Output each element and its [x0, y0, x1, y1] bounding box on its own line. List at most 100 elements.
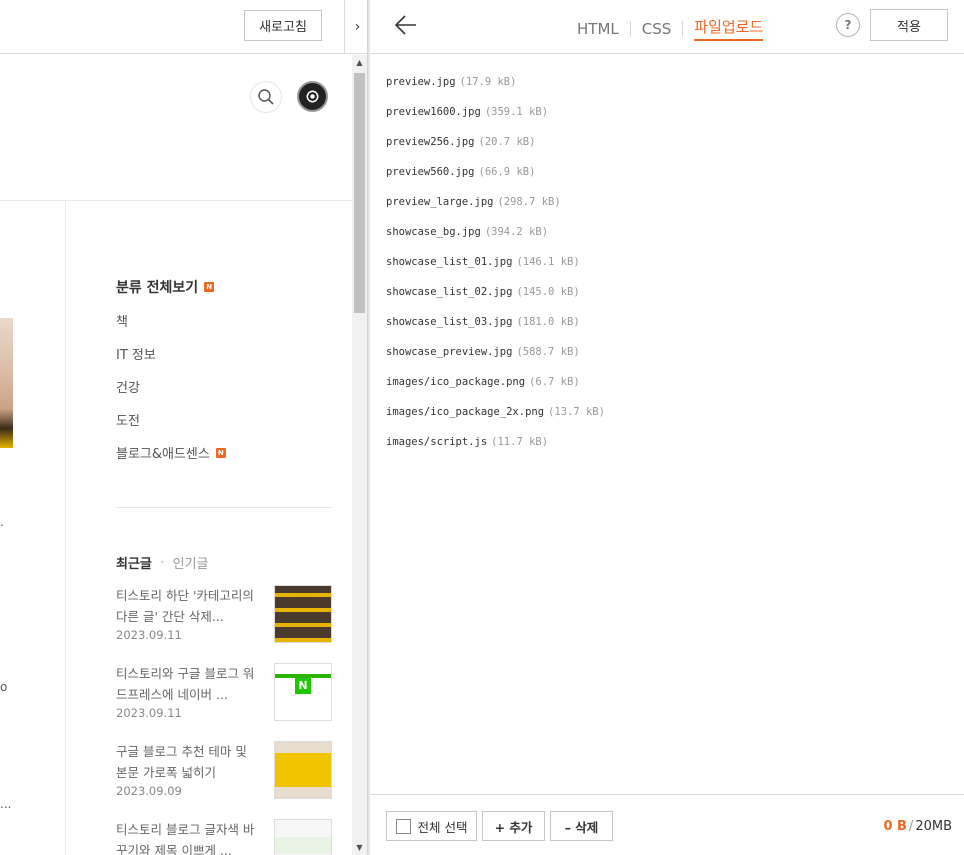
- post-tabs: 최근글 • 인기글: [116, 553, 209, 572]
- file-name: preview560.jpg: [386, 166, 475, 178]
- file-name: images/ico_package.png: [386, 376, 526, 388]
- file-item[interactable]: images/ico_package.png (6.7 kB): [386, 372, 946, 402]
- sidebar-divider: [65, 201, 66, 855]
- file-size: (181.0 kB): [516, 316, 580, 328]
- file-name: images/script.js: [386, 436, 488, 448]
- file-name: preview1600.jpg: [386, 106, 481, 118]
- category-item[interactable]: 책: [116, 311, 128, 330]
- post-date: 2023.09.11: [116, 628, 182, 642]
- apply-button[interactable]: 적용: [870, 9, 948, 41]
- file-item[interactable]: images/script.js (11.7 kB): [386, 432, 946, 462]
- post-title: 구글 블로그 추천 테마 및 본문 가로폭 넓히기: [116, 744, 247, 780]
- clipped-text-fragment: .: [0, 515, 4, 529]
- tab-separator: •: [159, 558, 165, 567]
- scroll-down-arrow-icon[interactable]: ▼: [352, 840, 367, 855]
- recent-post-item[interactable]: 구글 블로그 추천 테마 및 본문 가로폭 넓히기 2023.09.09: [116, 741, 332, 811]
- sidebar-section-divider: [116, 507, 332, 508]
- tab-file-upload[interactable]: 파일업로드: [694, 16, 764, 41]
- file-name: preview256.jpg: [386, 136, 475, 148]
- file-item[interactable]: showcase_preview.jpg (588.7 kB): [386, 342, 946, 372]
- uploaded-file-list: preview.jpg (17.9 kB) preview1600.jpg (359.…: [386, 72, 946, 462]
- file-size: (146.1 kB): [516, 256, 580, 268]
- file-item[interactable]: showcase_list_01.jpg (146.1 kB): [386, 252, 946, 282]
- editor-pane: HTML CSS 파일업로드 ? 적용 preview.jpg (17.9 kB)…: [370, 0, 964, 855]
- clipped-text-fragment: o: [0, 680, 8, 694]
- tab-divider: [682, 20, 684, 37]
- file-size: (20.7 kB): [478, 136, 536, 148]
- select-all-checkbox[interactable]: [395, 818, 411, 834]
- tab-html[interactable]: HTML: [577, 20, 619, 38]
- new-badge: N: [204, 282, 215, 292]
- storage-separator: /: [908, 819, 914, 834]
- category-item[interactable]: 도전: [116, 410, 140, 429]
- select-all-button[interactable]: 전체 선택: [386, 811, 477, 841]
- file-item[interactable]: preview.jpg (17.9 kB): [386, 72, 946, 102]
- file-size: (11.7 kB): [491, 436, 549, 448]
- file-item[interactable]: showcase_bg.jpg (394.2 kB): [386, 222, 946, 252]
- recent-post-item[interactable]: 티스토리 하단 '카테고리의 다른 글' 간단 삭제... 2023.09.11: [116, 585, 332, 655]
- category-label: 건강: [116, 381, 140, 396]
- scroll-up-arrow-icon[interactable]: ▲: [352, 55, 367, 70]
- file-name: images/ico_package_2x.png: [386, 406, 545, 418]
- tab-css[interactable]: CSS: [642, 20, 672, 38]
- clipped-text-fragment: ...: [0, 797, 12, 811]
- arrow-left-icon: [394, 15, 416, 35]
- file-size: (588.7 kB): [516, 346, 580, 358]
- scrollbar-thumb[interactable]: [354, 73, 365, 313]
- file-size: (6.7 kB): [529, 376, 580, 388]
- add-file-button[interactable]: + 추가: [482, 811, 545, 841]
- tab-popular-posts[interactable]: 인기글: [173, 553, 209, 572]
- storage-total: 20MB: [915, 819, 952, 834]
- post-thumbnail: [274, 741, 332, 799]
- preview-scrollbar[interactable]: ▲ ▼: [352, 55, 367, 855]
- file-actions-bar: 전체 선택 + 추가 – 삭제 0 B/20MB: [370, 794, 964, 855]
- file-name: showcase_list_03.jpg: [386, 316, 513, 328]
- file-name: preview_large.jpg: [386, 196, 494, 208]
- file-item[interactable]: preview1600.jpg (359.1 kB): [386, 102, 946, 132]
- file-item[interactable]: showcase_list_03.jpg (181.0 kB): [386, 312, 946, 342]
- tab-recent-posts[interactable]: 최근글: [116, 553, 152, 572]
- delete-file-button[interactable]: – 삭제: [550, 811, 613, 841]
- file-size: (13.7 kB): [548, 406, 605, 418]
- file-name: showcase_preview.jpg: [386, 346, 513, 358]
- file-item[interactable]: preview_large.jpg (298.7 kB): [386, 192, 946, 222]
- help-button[interactable]: ?: [836, 13, 860, 37]
- refresh-button[interactable]: 새로고침: [244, 10, 322, 41]
- post-image-fragment: [0, 318, 13, 448]
- category-label: IT 정보: [116, 348, 156, 363]
- blog-search-button[interactable]: [250, 81, 282, 113]
- file-item[interactable]: showcase_list_02.jpg (145.0 kB): [386, 282, 946, 312]
- post-thumbnail: [274, 663, 332, 721]
- recent-post-item[interactable]: 티스토리와 구글 블로그 워드프레스에 네이버 ... 2023.09.11: [116, 663, 332, 733]
- file-name: showcase_list_01.jpg: [386, 256, 513, 268]
- file-item[interactable]: images/ico_package_2x.png (13.7 kB): [386, 402, 946, 432]
- blog-profile-avatar[interactable]: [297, 81, 328, 112]
- category-all-label: 분류 전체보기: [116, 280, 199, 296]
- file-size: (66.9 kB): [478, 166, 536, 178]
- storage-used: 0 B: [883, 819, 907, 834]
- category-label: 도전: [116, 414, 140, 429]
- back-button[interactable]: [392, 10, 420, 40]
- file-size: (17.9 kB): [459, 76, 517, 88]
- file-item[interactable]: preview256.jpg (20.7 kB): [386, 132, 946, 162]
- search-icon: [258, 89, 274, 105]
- file-item[interactable]: preview560.jpg (66.9 kB): [386, 162, 946, 192]
- post-title: 티스토리 하단 '카테고리의 다른 글' 간단 삭제...: [116, 588, 254, 624]
- category-item[interactable]: 블로그&애드센스 N: [116, 443, 226, 462]
- category-item[interactable]: IT 정보: [116, 344, 156, 363]
- blog-preview: . o ... 분류 전체보기 N 책 IT 정보 건강 도전 블로그&애드센스…: [0, 55, 352, 855]
- category-item[interactable]: 건강: [116, 377, 140, 396]
- file-name: showcase_list_02.jpg: [386, 286, 513, 298]
- category-label: 책: [116, 315, 128, 330]
- recent-post-item[interactable]: 티스토리 블로그 글자색 바꾸기와 제목 이쁘게 ...: [116, 819, 332, 855]
- select-all-label: 전체 선택: [417, 819, 468, 835]
- post-date: 2023.09.11: [116, 706, 182, 720]
- file-name: showcase_bg.jpg: [386, 226, 481, 238]
- post-thumbnail: [274, 819, 332, 855]
- help-icon: ?: [844, 18, 852, 32]
- storage-usage: 0 B/20MB: [883, 819, 952, 834]
- category-all-link[interactable]: 분류 전체보기 N: [116, 277, 215, 297]
- editor-tabs: HTML CSS 파일업로드: [577, 16, 764, 41]
- post-title: 티스토리와 구글 블로그 워드프레스에 네이버 ...: [116, 666, 255, 702]
- category-label: 블로그&애드센스: [116, 447, 210, 462]
